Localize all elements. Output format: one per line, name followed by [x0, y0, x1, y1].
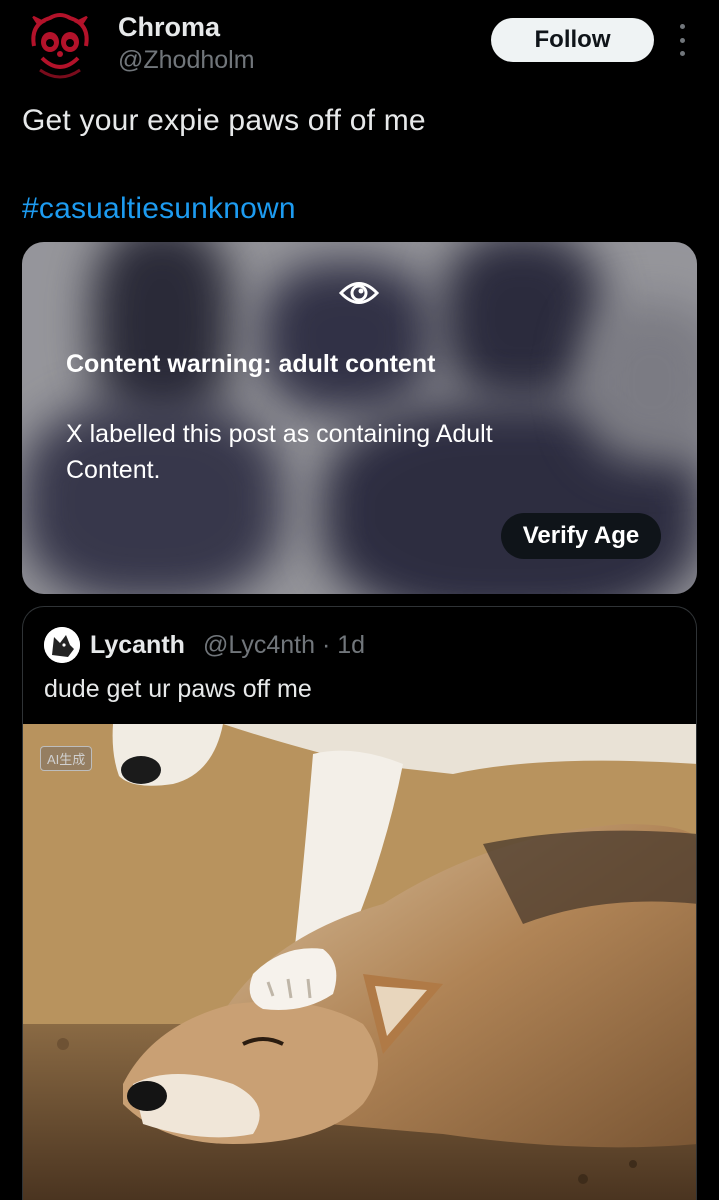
hashtag-link[interactable]: #casualtiesunknown [22, 192, 296, 226]
content-warning-title: Content warning: adult content [66, 350, 436, 378]
content-warning-description: X labelled this post as containing Adult… [66, 420, 493, 484]
quoted-author-name[interactable]: Lycanth [90, 631, 185, 660]
verify-age-button[interactable]: Verify Age [501, 513, 661, 559]
more-vertical-icon [679, 24, 685, 29]
quoted-post-text: dude get ur paws off me [44, 675, 312, 703]
ai-generated-badge: AI生成 [40, 746, 93, 771]
more-options-button[interactable] [672, 24, 692, 56]
quoted-post-card[interactable]: Lycanth @Lyc4nth · 1d dude get ur paws o… [22, 606, 697, 1200]
quoted-post-image[interactable]: AI生成 [23, 724, 696, 1200]
eye-icon [339, 282, 379, 304]
author-display-name[interactable]: Chroma [118, 12, 220, 43]
author-avatar[interactable] [20, 6, 100, 86]
content-warning-card[interactable]: Content warning: adult content X labelle… [22, 242, 697, 594]
follow-button[interactable]: Follow [491, 18, 654, 62]
more-dot [679, 37, 685, 43]
wolf-photo [23, 724, 696, 1200]
more-dot [679, 51, 685, 56]
post-view: Chroma @Zhodholm Follow Get your expie p… [0, 0, 719, 1200]
author-handle[interactable]: @Zhodholm [118, 46, 255, 75]
quoted-author-avatar[interactable] [44, 627, 80, 663]
post-text: Get your expie paws off of me [22, 104, 426, 137]
wolf-avatar-icon [44, 627, 80, 663]
quoted-author-meta: @Lyc4nth · 1d [203, 631, 366, 659]
red-cartoon-face-avatar-icon [20, 6, 100, 86]
